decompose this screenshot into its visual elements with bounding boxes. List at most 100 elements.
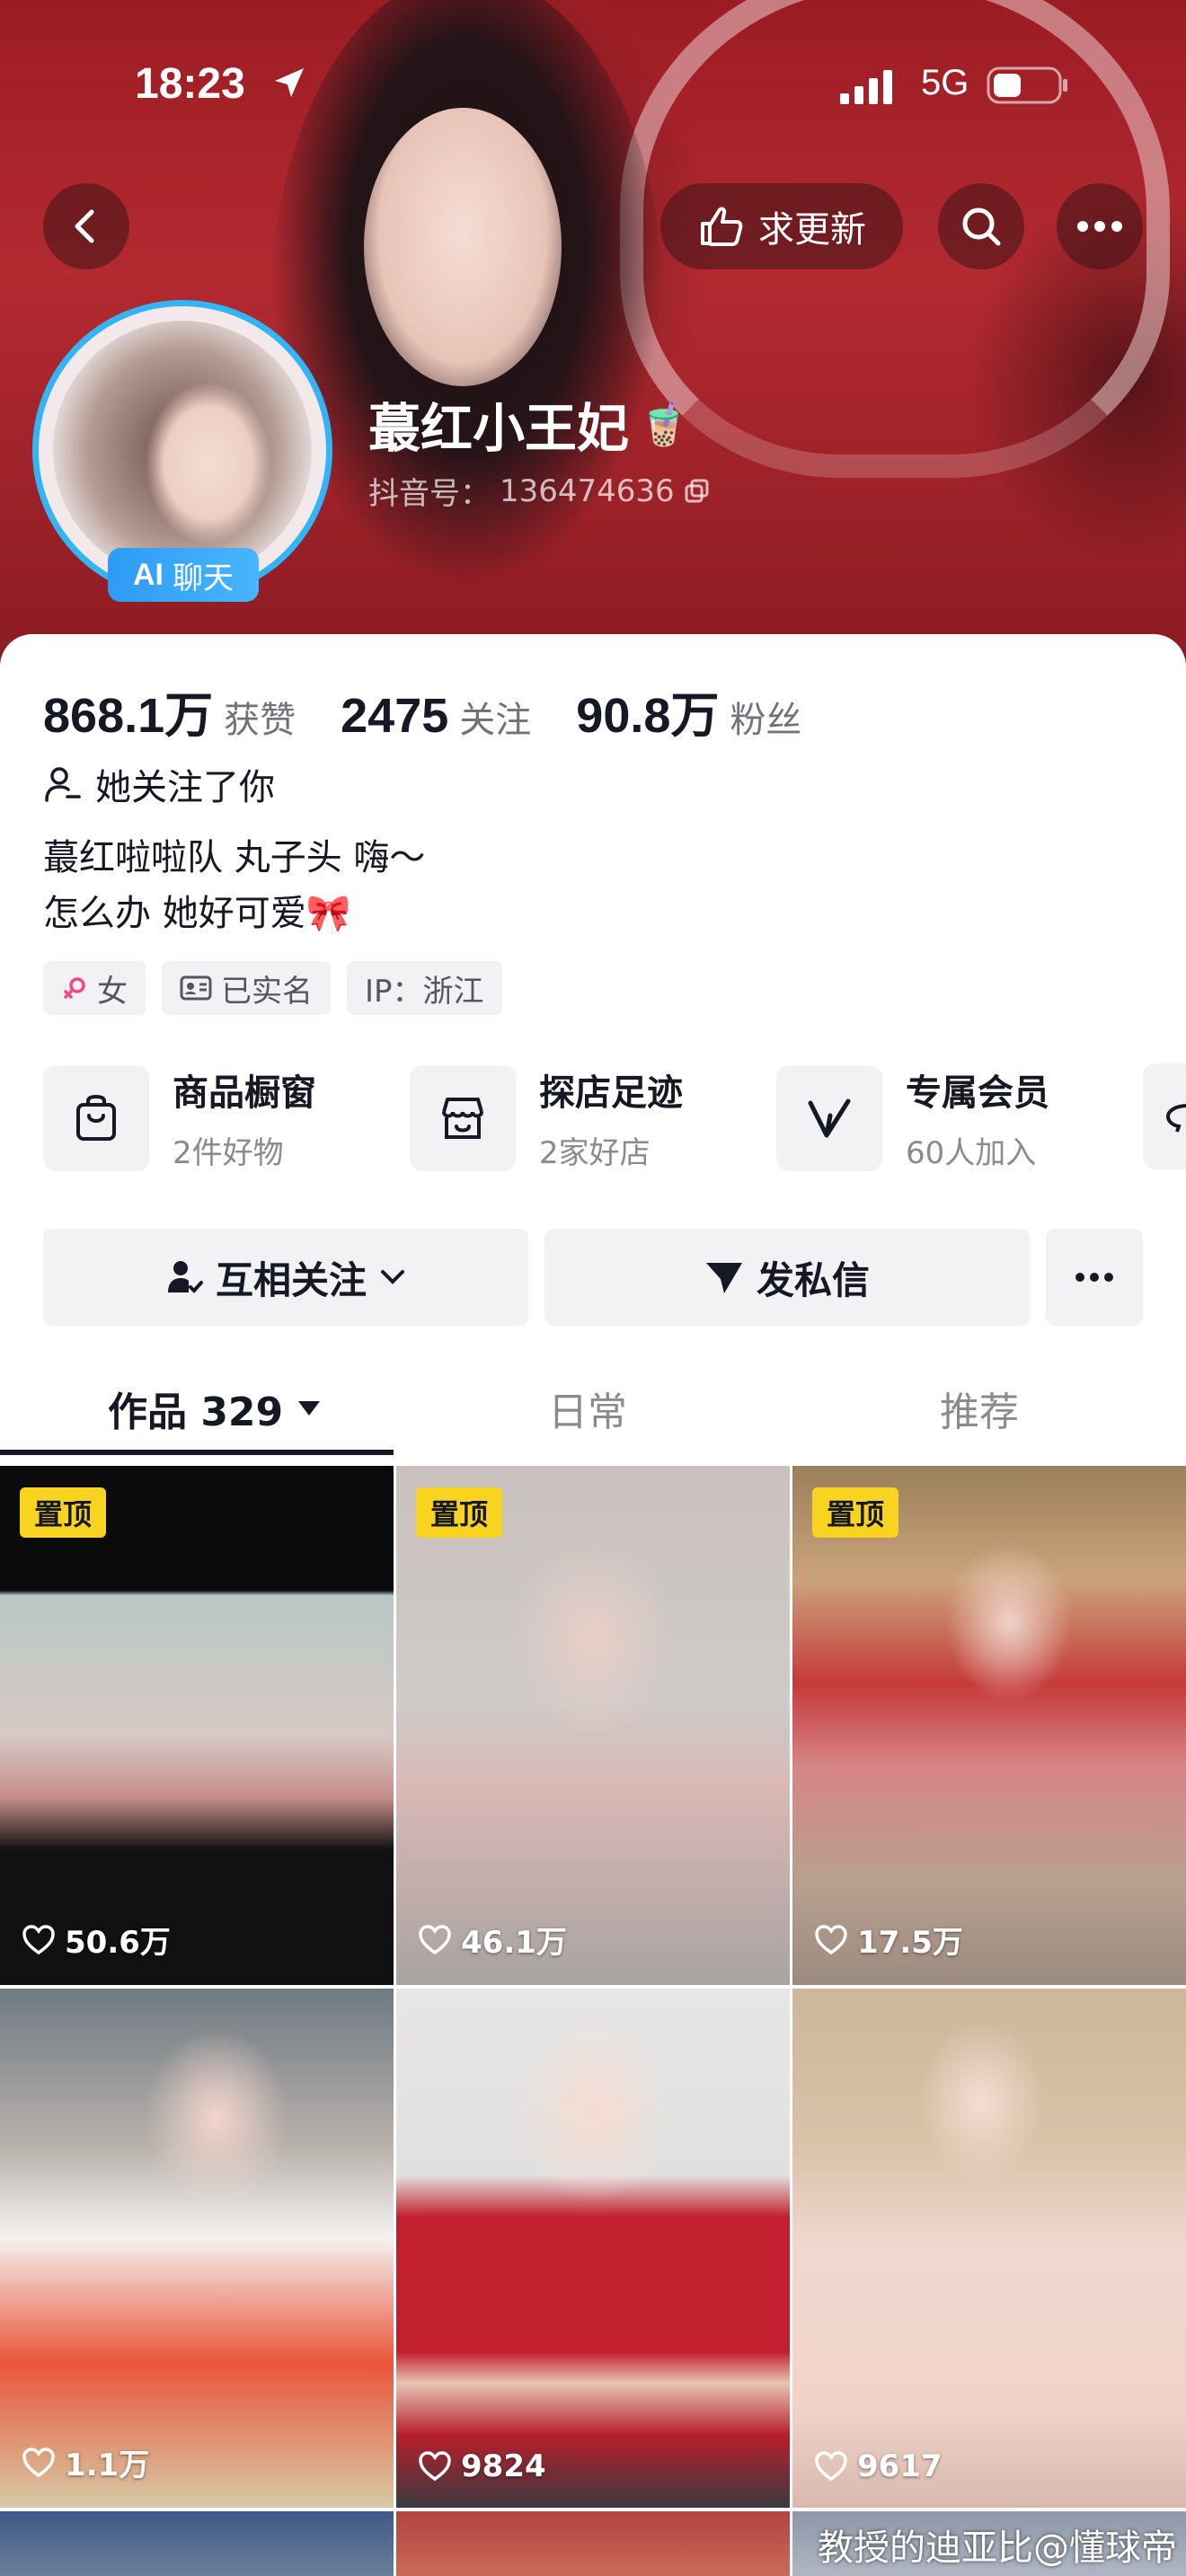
user-check-icon — [45, 767, 81, 802]
video-thumbnail[interactable]: 置顶 50.6万 — [0, 1466, 394, 1985]
gender-text: 女 — [97, 973, 128, 1010]
follows-you-indicator: 她关注了你 — [43, 758, 275, 810]
status-bar: 18:23 5G — [0, 0, 1186, 171]
pinned-badge: 置顶 — [416, 1487, 502, 1538]
heart-icon — [419, 2451, 451, 2482]
likes-count: 50.6万 — [65, 1925, 171, 1961]
heart-icon — [22, 1924, 55, 1954]
douyin-id[interactable]: 抖音号： 136474636 — [368, 469, 711, 513]
feature-membership[interactable]: 专属会员 60人加入 — [776, 1063, 1143, 1172]
feature-title: 探店足迹 — [539, 1072, 683, 1114]
ip-location-tag: IP：浙江 — [347, 961, 502, 1015]
video-thumbnail[interactable] — [396, 2511, 790, 2576]
likes-count: 9824 — [461, 2448, 546, 2484]
search-button[interactable] — [938, 183, 1024, 269]
hand-pointer-icon — [701, 207, 743, 246]
verified-text: 已实名 — [221, 973, 313, 1010]
likes-count: 1.1万 — [65, 2448, 150, 2483]
stat-value: 2475 — [341, 689, 449, 743]
profile-actions: 互相关注 发私信 — [43, 1229, 1143, 1326]
shopping-bag-icon — [76, 1094, 116, 1141]
video-likes: 46.1万 — [418, 1918, 567, 1962]
stat-following[interactable]: 2475 关注 — [341, 688, 531, 744]
avatar-image — [53, 321, 312, 579]
feature-title: 商品橱窗 — [173, 1072, 316, 1114]
location-arrow-icon — [275, 68, 304, 97]
likes-count: 46.1万 — [461, 1925, 567, 1961]
paper-plane-icon — [705, 1263, 742, 1293]
ip-text: IP：浙江 — [365, 973, 484, 1010]
video-thumbnail[interactable]: 置顶 46.1万 — [396, 1466, 790, 1985]
video-thumbnail[interactable]: 9824 — [396, 1989, 790, 2508]
active-tab-indicator — [0, 1450, 394, 1455]
bio-line: 蕞红啦啦队 丸子头 嗨～ — [43, 837, 426, 878]
feature-showcase[interactable]: 商品橱窗 2件好物 — [43, 1063, 410, 1172]
feature-shortcuts: 商品橱窗 2件好物 探店足迹 2家好店 专属会员 60人加入 — [43, 1063, 1186, 1172]
back-button[interactable] — [43, 183, 129, 269]
video-likes: 50.6万 — [22, 1918, 171, 1962]
watermark-text: 教授的迪亚比@懂球帝 — [818, 2527, 1177, 2569]
video-thumbnail[interactable]: 9617 — [792, 1989, 1186, 2508]
content-tabs: 作品 329 日常 推荐 — [0, 1362, 1186, 1455]
feature-icon-box — [776, 1064, 882, 1171]
video-likes: 1.1万 — [22, 2440, 149, 2484]
chevron-down-icon — [381, 1270, 404, 1284]
stat-label: 关注 — [459, 700, 532, 741]
douyin-id-value: 136474636 — [500, 472, 675, 509]
feature-subtitle: 2件好物 — [173, 1135, 284, 1171]
profile-name: 蕞红小王妃 🧋 — [368, 386, 689, 462]
profile-stats: 868.1万 获赞 2475 关注 90.8万 粉丝 — [43, 675, 846, 746]
tab-recommend[interactable]: 推荐 — [940, 1362, 1019, 1455]
video-likes: 9824 — [418, 2448, 546, 2484]
feature-store-visits[interactable]: 探店足迹 2家好店 — [410, 1063, 776, 1172]
feature-title: 专属会员 — [906, 1072, 1049, 1114]
profile-name-text: 蕞红小王妃 — [368, 398, 630, 459]
video-likes: 17.5万 — [814, 1918, 963, 1962]
battery-icon — [987, 66, 1067, 104]
ai-chat-badge[interactable]: AI 聊天 — [108, 548, 259, 602]
user-follow-icon — [167, 1261, 203, 1293]
video-likes: 9617 — [814, 2448, 943, 2484]
mutual-follow-button[interactable]: 互相关注 — [43, 1229, 528, 1326]
ai-badge-prefix: AI — [133, 557, 164, 592]
heart-icon — [815, 2451, 847, 2482]
likes-count: 9617 — [857, 2448, 943, 2484]
profile-tags: 女 已实名 IP：浙江 — [43, 961, 502, 1015]
status-time: 18:23 — [135, 60, 245, 108]
pinned-badge: 置顶 — [812, 1487, 898, 1538]
ai-badge-label: 聊天 — [173, 560, 234, 596]
feature-more-partial[interactable] — [1143, 1063, 1186, 1169]
bubble-tea-emoji: 🧋 — [638, 399, 690, 448]
signal-bars-icon — [840, 70, 892, 104]
caret-down-icon — [298, 1401, 321, 1416]
store-icon — [442, 1097, 483, 1139]
network-type: 5G — [921, 63, 969, 102]
video-thumbnail[interactable]: 置顶 17.5万 — [792, 1466, 1186, 1985]
video-thumbnail[interactable]: 1.1万 — [0, 1989, 394, 2508]
gender-tag: 女 — [43, 961, 146, 1015]
video-thumbnail[interactable] — [0, 2511, 394, 2576]
pinned-badge: 置顶 — [20, 1487, 106, 1538]
vip-v-icon — [808, 1098, 851, 1137]
send-message-button[interactable]: 发私信 — [544, 1229, 1030, 1326]
tab-daily[interactable]: 日常 — [548, 1362, 627, 1455]
follows-you-text: 她关注了你 — [95, 767, 275, 808]
stat-followers[interactable]: 90.8万 粉丝 — [576, 675, 801, 746]
female-icon — [64, 977, 85, 999]
tab-works-label: 作品 329 — [108, 1389, 284, 1435]
request-update-button[interactable]: 求更新 — [660, 183, 903, 269]
copy-icon[interactable] — [684, 478, 711, 505]
feature-icon-box — [410, 1064, 516, 1171]
heart-icon — [22, 2447, 55, 2477]
more-dots-icon — [1077, 221, 1122, 232]
profile-bio: 蕞红啦啦队 丸子头 嗨～ 怎么办 她好可爱🎀 — [43, 830, 425, 941]
verified-tag: 已实名 — [162, 961, 331, 1015]
feature-subtitle: 60人加入 — [906, 1135, 1037, 1171]
more-options-button[interactable] — [1057, 183, 1143, 269]
stat-likes[interactable]: 868.1万 获赞 — [43, 675, 296, 746]
more-actions-button[interactable] — [1046, 1229, 1143, 1326]
feature-icon-box — [43, 1064, 149, 1171]
chat-bubble-icon — [1165, 1104, 1186, 1133]
tab-works[interactable]: 作品 329 — [108, 1362, 323, 1455]
request-update-label: 求更新 — [758, 209, 866, 251]
